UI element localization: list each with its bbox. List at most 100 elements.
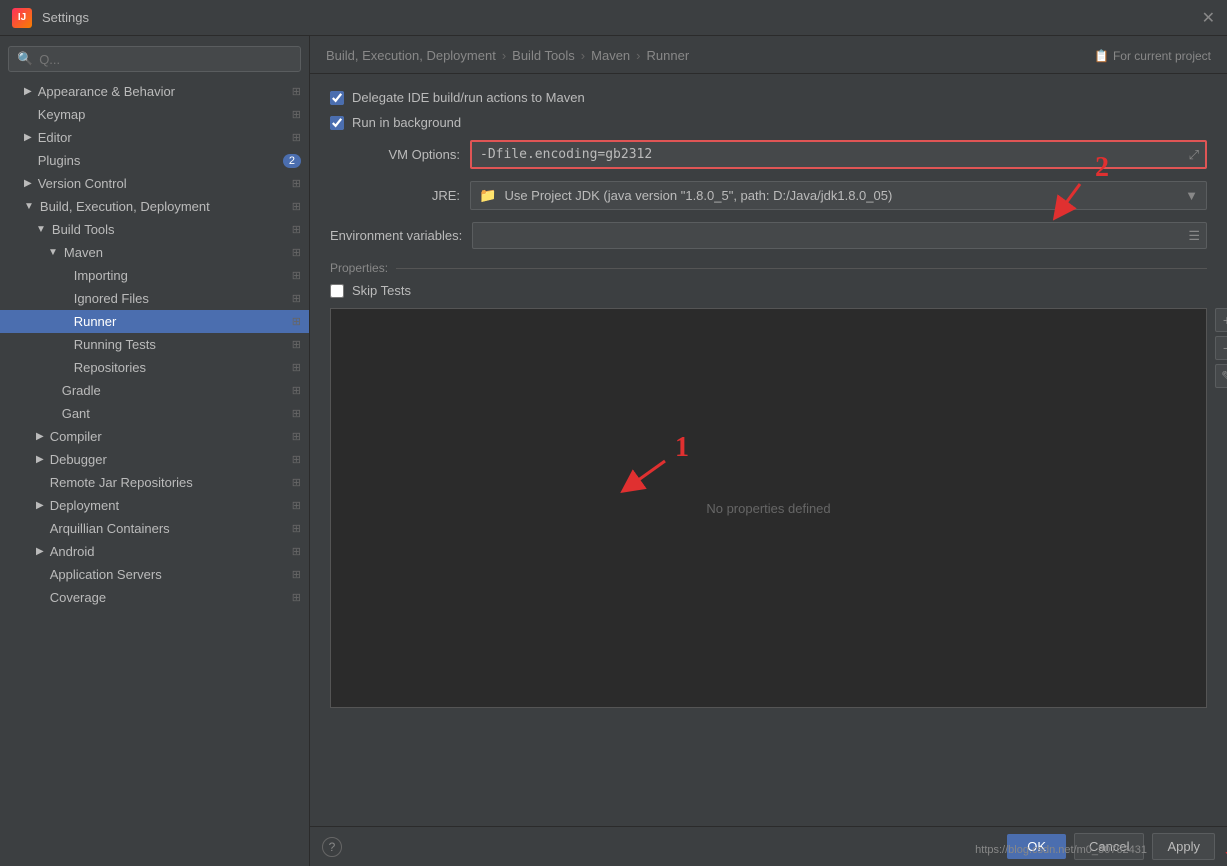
properties-panel: No properties defined (330, 308, 1207, 708)
sidebar-item-compiler[interactable]: ▶ Compiler ⊞ (0, 425, 309, 448)
sidebar-item-debugger[interactable]: ▶Debugger⊞ (0, 448, 309, 471)
sidebar-label-debugger: Debugger (50, 452, 107, 467)
breadcrumb-part-4: Runner (647, 48, 690, 63)
sidebar-label-runner: Runner (74, 314, 117, 329)
sidebar-copy-maven: ⊞ (292, 246, 301, 259)
sidebar-arrow-appearance: ▶ (24, 86, 32, 97)
vm-options-wrapper[interactable]: ⤢ (470, 140, 1207, 169)
main-container: 🔍 ▶ Appearance & Behavior ⊞ ▶ Keymap ⊞ ▶ Editor… (0, 36, 1227, 866)
add-property-button[interactable]: + (1215, 308, 1227, 332)
jre-dropdown[interactable]: 📁 Use Project JDK (java version "1.8.0_5… (470, 181, 1207, 210)
sidebar-item-plugins[interactable]: ▶Plugins2 (0, 149, 309, 172)
sidebar-item-maven[interactable]: ▼Maven⊞ (0, 241, 309, 264)
sidebar-label-version-control: Version Control (38, 176, 127, 191)
sidebar-item-gant[interactable]: ▶Gant⊞ (0, 402, 309, 425)
sidebar-label-deployment: Deployment (50, 498, 119, 513)
sidebar-arrow-build-exec: ▼ (24, 201, 34, 212)
no-properties-text: No properties defined (706, 501, 830, 516)
run-background-checkbox[interactable] (330, 116, 344, 130)
sidebar-item-runner[interactable]: ▶Runner⊞ (0, 310, 309, 333)
sidebar-label-repositories: Repositories (74, 360, 146, 375)
sidebar-arrow-editor: ▶ (24, 132, 32, 143)
sidebar-label-android: Android (50, 544, 95, 559)
skip-tests-checkbox[interactable] (330, 284, 344, 298)
delegate-checkbox[interactable] (330, 91, 344, 105)
for-project-label: For current project (1113, 49, 1211, 63)
project-icon: 📋 (1094, 49, 1109, 63)
vm-expand-icon[interactable]: ⤢ (1183, 143, 1205, 167)
vm-options-row: VM Options: ⤢ (330, 140, 1207, 169)
sidebar-copy-running-tests: ⊞ (292, 338, 301, 351)
content-panel: Build, Execution, Deployment › Build Too… (310, 36, 1227, 866)
sidebar-item-version-control[interactable]: ▶ Version Control ⊞ (0, 172, 309, 195)
sidebar-arrow-version-control: ▶ (24, 178, 32, 189)
sidebar-label-editor: Editor (38, 130, 72, 145)
sidebar-item-running-tests[interactable]: ▶Running Tests⊞ (0, 333, 309, 356)
sidebar-label-appearance: Appearance & Behavior (38, 84, 175, 99)
env-vars-label: Environment variables: (330, 228, 462, 243)
skip-tests-row: Skip Tests (330, 283, 1207, 298)
sidebar-copy-version-control: ⊞ (292, 177, 301, 190)
remove-property-button[interactable]: − (1215, 336, 1227, 360)
properties-label: Properties: (330, 261, 388, 275)
sidebar-copy-repositories: ⊞ (292, 361, 301, 374)
sidebar-item-repositories[interactable]: ▶Repositories⊞ (0, 356, 309, 379)
sidebar-label-build-exec: Build, Execution, Deployment (40, 199, 210, 214)
sidebar-copy-coverage: ⊞ (292, 591, 301, 604)
title-bar: IJ Settings ✕ (0, 0, 1227, 36)
breadcrumb-part-2: Build Tools (512, 48, 575, 63)
dropdown-arrow-icon: ▼ (1185, 188, 1198, 203)
url-watermark: https://blog.csdn.net/m0_50762431 (975, 844, 1147, 856)
help-label: ? (329, 840, 336, 854)
sidebar-item-build-tools[interactable]: ▼Build Tools⊞ (0, 218, 309, 241)
breadcrumb-part-3: Maven (591, 48, 630, 63)
sidebar-item-build-exec[interactable]: ▼Build, Execution, Deployment⊞ (0, 195, 309, 218)
skip-tests-label: Skip Tests (352, 283, 411, 298)
close-button[interactable]: ✕ (1202, 8, 1215, 28)
properties-header: Properties: (330, 261, 1207, 275)
vm-options-input[interactable] (472, 142, 1183, 167)
sidebar: 🔍 ▶ Appearance & Behavior ⊞ ▶ Keymap ⊞ ▶ Editor… (0, 36, 310, 866)
sidebar-item-keymap[interactable]: ▶Keymap⊞ (0, 103, 309, 126)
env-vars-wrapper[interactable]: ☰ (472, 222, 1207, 249)
sidebar-item-appearance[interactable]: ▶ Appearance & Behavior ⊞ (0, 80, 309, 103)
sidebar-copy-appearance: ⊞ (292, 85, 301, 98)
sidebar-arrow-build-tools: ▼ (36, 224, 46, 235)
jre-value: Use Project JDK (java version "1.8.0_5",… (504, 188, 892, 203)
search-icon: 🔍 (17, 51, 33, 67)
properties-buttons: + − ✎ (1215, 308, 1227, 388)
env-vars-button[interactable]: ☰ (1182, 224, 1206, 248)
sidebar-copy-keymap: ⊞ (292, 108, 301, 121)
sidebar-item-ignored-files[interactable]: ▶Ignored Files⊞ (0, 287, 309, 310)
sidebar-item-gradle[interactable]: ▶Gradle⊞ (0, 379, 309, 402)
help-button[interactable]: ? (322, 837, 342, 857)
sidebar-copy-editor: ⊞ (292, 131, 301, 144)
sidebar-arrow-compiler: ▶ (36, 431, 44, 442)
sidebar-item-android[interactable]: ▶Android⊞ (0, 540, 309, 563)
edit-property-button[interactable]: ✎ (1215, 364, 1227, 388)
env-vars-input[interactable] (473, 223, 1182, 248)
search-box[interactable]: 🔍 (8, 46, 301, 72)
sidebar-item-deployment[interactable]: ▶Deployment⊞ (0, 494, 309, 517)
sidebar-copy-gradle: ⊞ (292, 384, 301, 397)
vm-options-label: VM Options: (330, 147, 460, 162)
window-title: Settings (42, 10, 89, 25)
sidebar-label-maven: Maven (64, 245, 103, 260)
form-area: Delegate IDE build/run actions to Maven … (310, 74, 1227, 724)
sidebar-copy-compiler: ⊞ (292, 430, 301, 443)
search-input[interactable] (39, 52, 292, 67)
apply-button[interactable]: Apply (1152, 833, 1215, 860)
sidebar-copy-app-servers: ⊞ (292, 568, 301, 581)
sidebar-item-importing[interactable]: ▶Importing⊞ (0, 264, 309, 287)
breadcrumb-sep-3: › (636, 48, 640, 63)
sidebar-item-arquillian[interactable]: ▶Arquillian Containers⊞ (0, 517, 309, 540)
sidebar-label-build-tools: Build Tools (52, 222, 115, 237)
breadcrumb-part-1: Build, Execution, Deployment (326, 48, 496, 63)
env-vars-row: Environment variables: ☰ (330, 222, 1207, 249)
sidebar-item-remote-jar[interactable]: ▶Remote Jar Repositories⊞ (0, 471, 309, 494)
sidebar-item-app-servers[interactable]: ▶Application Servers⊞ (0, 563, 309, 586)
sidebar-label-keymap: Keymap (38, 107, 86, 122)
sidebar-item-coverage[interactable]: ▶Coverage⊞ (0, 586, 309, 609)
sidebar-item-editor[interactable]: ▶ Editor ⊞ (0, 126, 309, 149)
sidebar-label-compiler: Compiler (50, 429, 102, 444)
